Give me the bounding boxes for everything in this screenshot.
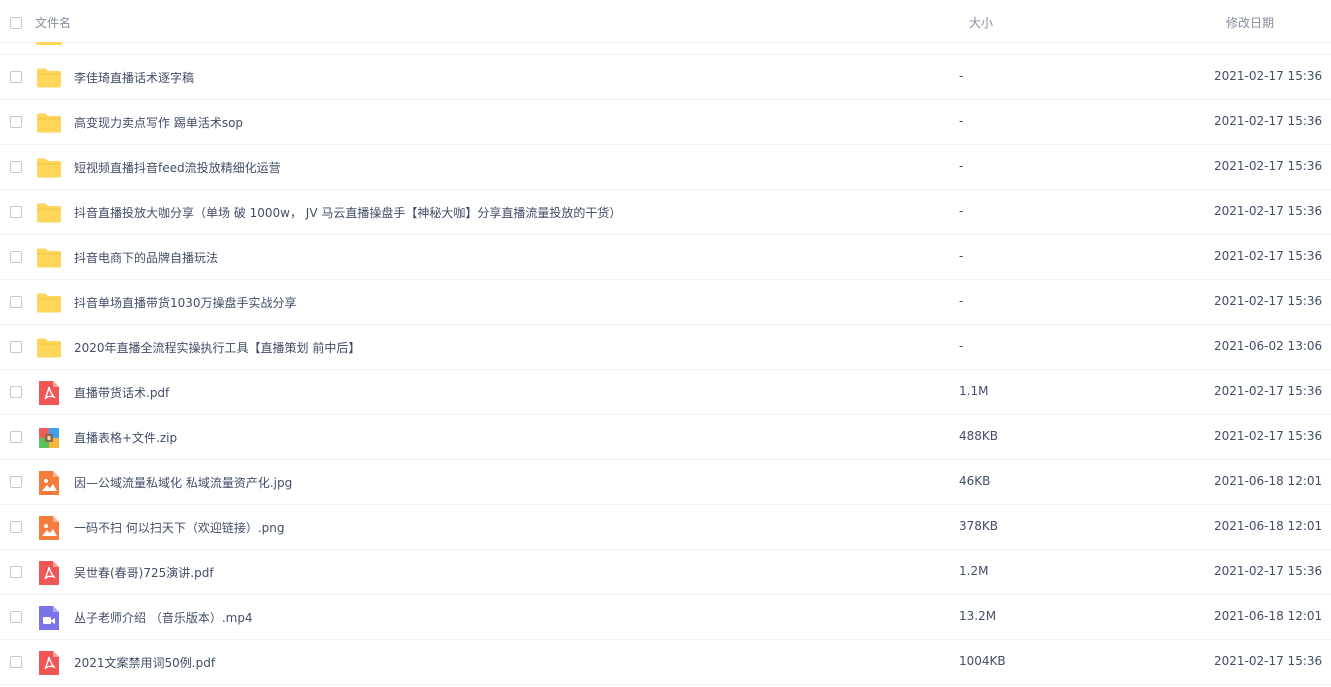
file-row[interactable]: 抖音单场直播带货1030万操盘手实战分享 - 2021-02-17 15:36 [0, 280, 1331, 325]
column-header-size[interactable]: 大小 [969, 14, 993, 31]
partially-hidden-row [0, 42, 1331, 55]
file-name-link[interactable]: 2020年直播全流程实操执行工具【直播策划 前中后】 [74, 339, 360, 356]
file-size: - [959, 114, 964, 128]
row-checkbox[interactable] [10, 521, 22, 533]
file-row[interactable]: 因—公域流量私域化 私域流量资产化.jpg 46KB 2021-06-18 12:0… [0, 460, 1331, 505]
file-size: - [959, 159, 964, 173]
file-row[interactable]: 2020年直播全流程实操执行工具【直播策划 前中后】 - 2021-06-02 13… [0, 325, 1331, 370]
file-size: 46KB [959, 474, 991, 488]
row-checkbox[interactable] [10, 251, 22, 263]
modified-date: 2021-06-18 12:01 [1214, 474, 1323, 488]
file-size: 378KB [959, 519, 999, 533]
folder-icon[interactable] [36, 155, 62, 181]
video-file-icon[interactable] [36, 605, 62, 631]
file-name-link[interactable]: 短视频直播抖音feed流投放精细化运营 [74, 159, 281, 176]
file-name-link[interactable]: 李佳琦直播话术逐字稿 [74, 69, 194, 86]
zip-file-icon[interactable] [36, 425, 62, 451]
modified-date: 2021-02-17 15:36 [1214, 384, 1323, 398]
row-checkbox[interactable] [10, 341, 22, 353]
modified-date: 2021-02-17 15:36 [1214, 654, 1323, 668]
file-size: 488KB [959, 429, 999, 443]
file-size: - [959, 339, 964, 353]
folder-icon[interactable] [36, 65, 62, 91]
modified-date: 2021-02-17 15:36 [1214, 114, 1323, 128]
modified-date: 2021-06-02 13:06 [1214, 339, 1323, 353]
row-checkbox[interactable] [10, 656, 22, 668]
column-header-date[interactable]: 修改日期 [1226, 14, 1274, 31]
file-name-link[interactable]: 抖音电商下的品牌自播玩法 [74, 249, 218, 266]
file-row[interactable]: 高变现力卖点写作 踢单活术sop - 2021-02-17 15:36 [0, 100, 1331, 145]
file-list: 李佳琦直播话术逐字稿 -2021-02-17 15:36 高变现力卖点写作 踢单活术… [0, 55, 1331, 685]
row-checkbox[interactable] [10, 386, 22, 398]
modified-date: 2021-02-17 15:36 [1214, 69, 1323, 83]
file-name-link[interactable]: 因—公域流量私域化 私域流量资产化.jpg [74, 474, 292, 491]
file-name-link[interactable]: 高变现力卖点写作 踢单活术sop [74, 114, 243, 131]
folder-icon [36, 42, 62, 45]
file-row[interactable]: 抖音直播投放大咖分享（单场 破 1000w， JV 马云直播操盘手【神秘大咖】分… [0, 190, 1331, 235]
modified-date: 2021-02-17 15:36 [1214, 204, 1323, 218]
column-header-name[interactable]: 文件名 [35, 14, 71, 31]
file-size: - [959, 204, 964, 218]
file-name-link[interactable]: 抖音直播投放大咖分享（单场 破 1000w， JV 马云直播操盘手【神秘大咖】分… [74, 204, 621, 221]
row-checkbox[interactable] [10, 296, 22, 308]
file-name-link[interactable]: 丛子老师介绍 （音乐版本）.mp4 [74, 609, 253, 626]
select-all-checkbox[interactable] [10, 17, 22, 29]
file-size: - [959, 294, 964, 308]
file-row[interactable]: 一码不扫 何以扫天下（欢迎链接）.png 378KB 2021-06-18 12:0… [0, 505, 1331, 550]
row-checkbox[interactable] [10, 476, 22, 488]
modified-date: 2021-02-17 15:36 [1214, 429, 1323, 443]
file-list-header: 文件名 大小 修改日期 [0, 0, 1331, 43]
row-checkbox[interactable] [10, 431, 22, 443]
file-name-link[interactable]: 2021文案禁用词50例.pdf [74, 654, 215, 671]
file-name-link[interactable]: 吴世春(春哥)725演讲.pdf [74, 564, 214, 581]
row-checkbox[interactable] [10, 206, 22, 218]
modified-date: 2021-02-17 15:36 [1214, 294, 1323, 308]
modified-date: 2021-06-18 12:01 [1214, 519, 1323, 533]
file-row[interactable]: 吴世春(春哥)725演讲.pdf 1.2M 2021-02-17 15:36 [0, 550, 1331, 595]
folder-icon[interactable] [36, 245, 62, 271]
row-checkbox[interactable] [10, 611, 22, 623]
file-name-link[interactable]: 一码不扫 何以扫天下（欢迎链接）.png [74, 519, 284, 536]
image-file-icon[interactable] [36, 470, 62, 496]
file-row[interactable]: 直播带货话术.pdf 1.1M 2021-02-17 15:36 [0, 370, 1331, 415]
folder-icon[interactable] [36, 335, 62, 361]
modified-date: 2021-02-17 15:36 [1214, 564, 1323, 578]
pdf-file-icon[interactable] [36, 560, 62, 586]
file-row[interactable]: 2021文案禁用词50例.pdf 1004KB 2021-02-17 15:36 [0, 640, 1331, 685]
row-checkbox[interactable] [10, 71, 22, 83]
file-row[interactable]: 丛子老师介绍 （音乐版本）.mp4 13.2M 2021-06-18 12:01 [0, 595, 1331, 640]
file-name-link[interactable]: 抖音单场直播带货1030万操盘手实战分享 [74, 294, 297, 311]
file-row[interactable]: 短视频直播抖音feed流投放精细化运营 - 2021-02-17 15:36 [0, 145, 1331, 190]
folder-icon[interactable] [36, 200, 62, 226]
row-checkbox[interactable] [10, 161, 22, 173]
file-name-link[interactable]: 直播表格+文件.zip [74, 429, 177, 446]
modified-date: 2021-02-17 15:36 [1214, 249, 1323, 263]
file-size: - [959, 249, 964, 263]
image-file-icon[interactable] [36, 515, 62, 541]
file-size: 1004KB [959, 654, 1006, 668]
pdf-file-icon[interactable] [36, 650, 62, 676]
folder-icon[interactable] [36, 290, 62, 316]
pdf-file-icon[interactable] [36, 380, 62, 406]
file-row[interactable]: 抖音电商下的品牌自播玩法 - 2021-02-17 15:36 [0, 235, 1331, 280]
file-size: 1.1M [959, 384, 989, 398]
file-row[interactable]: 李佳琦直播话术逐字稿 - 2021-02-17 15:36 [0, 55, 1331, 100]
folder-icon[interactable] [36, 110, 62, 136]
file-size: - [959, 69, 964, 83]
modified-date: 2021-02-17 15:36 [1214, 159, 1323, 173]
file-size: 13.2M [959, 609, 997, 623]
file-row[interactable]: 直播表格+文件.zip 488KB 2021-02-17 15:36 [0, 415, 1331, 460]
row-checkbox[interactable] [10, 116, 22, 128]
file-name-link[interactable]: 直播带货话术.pdf [74, 384, 169, 401]
file-size: 1.2M [959, 564, 989, 578]
modified-date: 2021-06-18 12:01 [1214, 609, 1323, 623]
row-checkbox[interactable] [10, 566, 22, 578]
